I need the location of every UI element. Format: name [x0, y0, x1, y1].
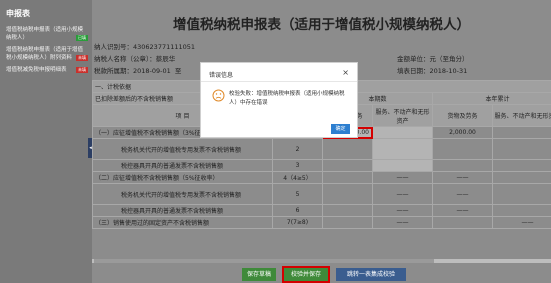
amount-unit: 金额单位：元（至角分） [397, 55, 469, 63]
current-service-input[interactable] [372, 138, 433, 160]
taxpayer-name: 纳税人名称（公章）：蔡辰华 [94, 55, 176, 63]
intangible-header: 服务、不动产和无形资产 [491, 104, 551, 127]
sidebar-title: 申报表 [6, 9, 30, 18]
save-draft-button[interactable]: 保存草稿 [242, 268, 276, 281]
sidebar-item-label: 增值税减免税申报明细表 [6, 67, 67, 73]
sidebar-item-label: 增值税纳税申报表（适用小规模纳税人） [6, 27, 84, 41]
current-service-input[interactable] [372, 159, 433, 172]
validate-save-button[interactable]: 校验并保存 [282, 266, 330, 283]
horizontal-scrollbar[interactable] [92, 259, 551, 263]
goto-integration-check-button[interactable]: 跳转一表集成校验 [336, 268, 406, 281]
table-row: 税控器具开具的普通发票不含税销售额 3 [92, 159, 551, 172]
close-icon[interactable]: × [342, 68, 349, 77]
current-goods-cell[interactable] [322, 183, 373, 205]
scrollbar-thumb[interactable] [94, 259, 434, 263]
error-dialog: 错误信息 × 校验失败：增值税纳税申报表（适用小规模纳税人）中存在错误 确定 [200, 62, 358, 138]
current-goods-cell[interactable] [322, 204, 373, 217]
sad-face-icon [212, 89, 225, 102]
year-total-header: 本年累计 [431, 92, 551, 105]
sidebar-item-attached-data[interactable]: 增值税纳税申报表（适用于增值税小规模纳税人）附列资料 未填 [0, 46, 92, 62]
status-badge: 已填 [76, 35, 88, 41]
tax-period: 税款所属期：2018-09-01 至 [94, 67, 182, 75]
goods-services-header: 货物及劳务 [432, 104, 493, 127]
sidebar-item-main-form[interactable]: 增值税纳税申报表（适用小规模纳税人） 已填 [0, 26, 92, 42]
page-title: 增值税纳税申报表（适用于增值税小规模纳税人） [173, 17, 470, 33]
current-goods-cell[interactable] [322, 171, 373, 184]
year-service-value [491, 126, 551, 139]
current-service-input[interactable] [372, 126, 433, 139]
taxpayer-id: 纳人识别号：430623771111051 [94, 43, 196, 51]
sidebar: 申报表 增值税纳税申报表（适用小规模纳税人） 已填 增值税纳税申报表（适用于增值… [0, 0, 92, 283]
ok-button[interactable]: 确定 [331, 124, 350, 134]
status-badge: 未填 [76, 55, 88, 61]
table-row: 税务机关代开的增值税专用发票不含税销售额 5 —— —— [92, 183, 551, 205]
current-goods-cell[interactable] [322, 138, 373, 160]
sidebar-item-label: 增值税纳税申报表（适用于增值税小规模纳税人）附列资料 [6, 47, 84, 61]
table-row: 税控器具开具的普通发票不含税销售额 6 —— —— [92, 204, 551, 217]
action-bar: 保存草稿 校验并保存 跳转一表集成校验 [92, 266, 551, 283]
year-goods-value: 2,000.00 [432, 126, 493, 139]
sidebar-item-reduction-detail[interactable]: 增值税减免税申报明细表 未填 [0, 66, 92, 74]
current-goods-cell[interactable] [322, 216, 373, 229]
table-row: （三）销售使用过的固定资产不含税销售额 7(7≥8) —— —— [92, 216, 551, 229]
dialog-divider [201, 81, 357, 82]
dialog-title: 错误信息 [209, 72, 234, 79]
current-goods-cell[interactable] [322, 159, 373, 172]
table-row: 税务机关代开的增值税专用发票不含税销售额 2 [92, 138, 551, 160]
dialog-message: 校验失败：增值税纳税申报表（适用小规模纳税人）中存在错误 [229, 91, 345, 106]
table-row: （二）应征增值税不含税销售额（5%征收率） 4（4≥5） —— —— [92, 171, 551, 184]
intangible-header: 服务、不动产和无形资产 [372, 104, 433, 127]
fill-date: 填表日期：2018-10-31 [397, 67, 468, 75]
main-panel: 增值税纳税申报表（适用于增值税小规模纳税人） 纳人识别号：43062377111… [92, 0, 551, 283]
status-badge: 未填 [76, 67, 88, 73]
